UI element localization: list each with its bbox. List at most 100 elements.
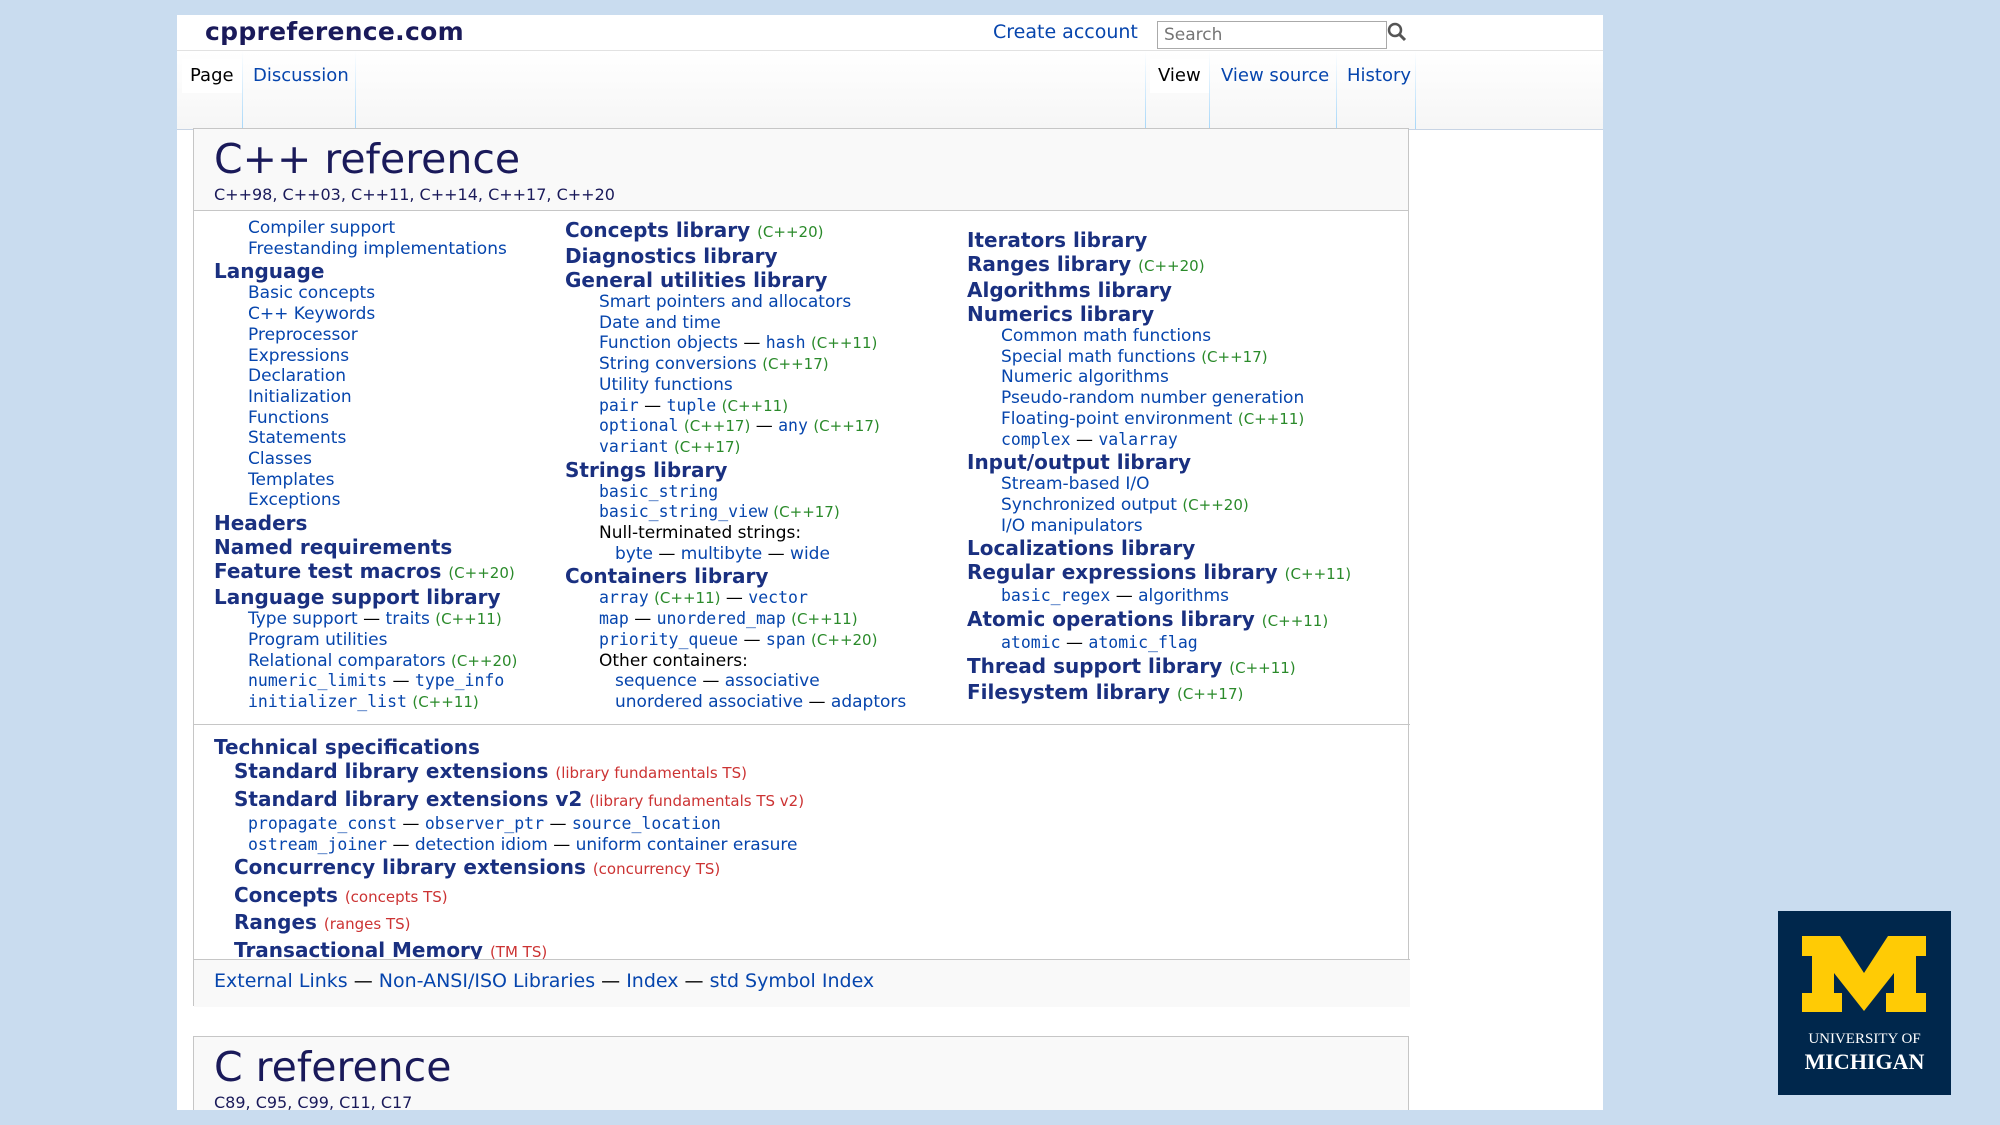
language-item[interactable]: Classes xyxy=(214,449,517,470)
link-function-objects[interactable]: Function objects xyxy=(599,333,738,353)
tab-discussion[interactable]: Discussion xyxy=(245,59,357,93)
link-ostream-joiner[interactable]: ostream_joiner xyxy=(248,835,387,854)
link-headers[interactable]: Headers xyxy=(214,511,517,535)
link-atomic[interactable]: atomic xyxy=(1001,633,1061,652)
link-associative[interactable]: associative xyxy=(725,671,820,691)
tab-history[interactable]: History xyxy=(1339,59,1419,93)
link-filesystem[interactable]: Filesystem library xyxy=(967,680,1170,704)
link-named-requirements[interactable]: Named requirements xyxy=(214,535,517,559)
link-sequence[interactable]: sequence xyxy=(615,671,697,691)
link-iterators[interactable]: Iterators library xyxy=(967,228,1351,252)
link-technical-specs[interactable]: Technical specifications xyxy=(214,735,1390,759)
link-unordered-map[interactable]: unordered_map xyxy=(657,609,786,628)
link-io[interactable]: Input/output library xyxy=(967,450,1351,474)
link-ranges[interactable]: Ranges library xyxy=(967,252,1131,276)
link-regex[interactable]: Regular expressions library xyxy=(967,560,1278,584)
language-item[interactable]: Templates xyxy=(214,470,517,491)
link-basic-regex[interactable]: basic_regex xyxy=(1001,586,1110,605)
link-wide[interactable]: wide xyxy=(790,544,830,564)
link-relational[interactable]: Relational comparators xyxy=(248,651,446,671)
language-item[interactable]: Basic concepts xyxy=(214,283,517,304)
search-input[interactable] xyxy=(1157,21,1387,49)
language-item[interactable]: Declaration xyxy=(214,366,517,387)
create-account-link[interactable]: Create account xyxy=(993,21,1138,43)
link-atomic-ops[interactable]: Atomic operations library xyxy=(967,607,1255,631)
link-numeric-algorithms[interactable]: Numeric algorithms xyxy=(967,367,1351,388)
link-concurrency[interactable]: Concurrency library extensions xyxy=(234,855,586,879)
link-concepts-ts[interactable]: Concepts xyxy=(234,883,338,907)
link-localizations[interactable]: Localizations library xyxy=(967,536,1351,560)
link-optional[interactable]: optional xyxy=(599,416,678,435)
link-algorithms[interactable]: Algorithms library xyxy=(967,278,1351,302)
site-logo[interactable]: cppreference.com xyxy=(205,17,464,46)
link-symbol-index[interactable]: std Symbol Index xyxy=(710,970,875,992)
link-traits[interactable]: traits xyxy=(386,609,430,629)
link-diagnostics[interactable]: Diagnostics library xyxy=(565,244,906,268)
link-thread[interactable]: Thread support library xyxy=(967,654,1222,678)
link-any[interactable]: any xyxy=(778,416,808,435)
link-lang-support[interactable]: Language support library xyxy=(214,585,517,609)
link-multibyte[interactable]: multibyte xyxy=(681,544,762,564)
link-byte[interactable]: byte xyxy=(615,544,653,564)
link-strings[interactable]: Strings library xyxy=(565,458,906,482)
tab-page[interactable]: Page xyxy=(182,59,242,93)
link-numeric-limits[interactable]: numeric_limits xyxy=(248,671,387,690)
link-uniform-erasure[interactable]: uniform container erasure xyxy=(576,835,798,855)
link-freestanding[interactable]: Freestanding implementations xyxy=(214,239,517,260)
link-external[interactable]: External Links xyxy=(214,970,348,992)
link-priority-queue[interactable]: priority_queue xyxy=(599,630,738,649)
c-title[interactable]: C reference xyxy=(214,1043,1388,1091)
link-compiler-support[interactable]: Compiler support xyxy=(214,218,517,239)
link-basic-string[interactable]: basic_string xyxy=(599,482,718,501)
link-string-conversions[interactable]: String conversions xyxy=(599,354,757,374)
search-icon[interactable] xyxy=(1385,19,1409,47)
tab-view-source[interactable]: View source xyxy=(1213,59,1337,93)
language-item[interactable]: Statements xyxy=(214,428,517,449)
link-observer-ptr[interactable]: observer_ptr xyxy=(425,814,544,833)
link-sync-output[interactable]: Synchronized output xyxy=(1001,495,1177,515)
link-language[interactable]: Language xyxy=(214,259,517,283)
language-item[interactable]: Expressions xyxy=(214,346,517,367)
cpp-title[interactable]: C++ reference xyxy=(214,135,1388,183)
feature-test-label[interactable]: Feature test macros xyxy=(214,559,441,583)
link-source-location[interactable]: source_location xyxy=(572,814,721,833)
link-fp-env[interactable]: Floating-point environment xyxy=(1001,409,1232,429)
link-index[interactable]: Index xyxy=(626,970,678,992)
link-io-manipulators[interactable]: I/O manipulators xyxy=(967,516,1351,537)
link-date-time[interactable]: Date and time xyxy=(565,313,906,334)
link-containers[interactable]: Containers library xyxy=(565,564,906,588)
link-std-ext-v2[interactable]: Standard library extensions v2 xyxy=(234,787,582,811)
language-item[interactable]: Exceptions xyxy=(214,490,517,511)
link-unordered-associative[interactable]: unordered associative xyxy=(615,692,803,712)
link-complex[interactable]: complex xyxy=(1001,430,1071,449)
link-program-utilities[interactable]: Program utilities xyxy=(214,630,517,651)
link-ranges-ts[interactable]: Ranges xyxy=(234,910,317,934)
link-smart-pointers[interactable]: Smart pointers and allocators xyxy=(565,292,906,313)
link-variant[interactable]: variant xyxy=(599,437,669,456)
link-atomic-flag[interactable]: atomic_flag xyxy=(1088,633,1197,652)
link-special-math[interactable]: Special math functions xyxy=(1001,347,1196,367)
language-item[interactable]: Functions xyxy=(214,408,517,429)
link-valarray[interactable]: valarray xyxy=(1098,430,1177,449)
link-concepts[interactable]: Concepts library xyxy=(565,218,750,242)
link-non-ansi[interactable]: Non-ANSI/ISO Libraries xyxy=(379,970,595,992)
link-regex-algorithms[interactable]: algorithms xyxy=(1138,586,1229,606)
link-pair[interactable]: pair xyxy=(599,396,639,415)
link-std-ext[interactable]: Standard library extensions xyxy=(234,759,548,783)
link-numerics[interactable]: Numerics library xyxy=(967,302,1351,326)
link-tuple[interactable]: tuple xyxy=(667,396,717,415)
language-item[interactable]: Preprocessor xyxy=(214,325,517,346)
link-initializer-list[interactable]: initializer_list xyxy=(248,692,407,711)
link-type-info[interactable]: type_info xyxy=(415,671,504,690)
link-propagate-const[interactable]: propagate_const xyxy=(248,814,397,833)
link-type-support[interactable]: Type support xyxy=(248,609,358,629)
link-detection-idiom[interactable]: detection idiom xyxy=(415,835,548,855)
link-hash[interactable]: hash xyxy=(766,333,806,352)
link-prng[interactable]: Pseudo-random number generation xyxy=(967,388,1351,409)
link-stream-io[interactable]: Stream-based I/O xyxy=(967,474,1351,495)
language-item[interactable]: C++ Keywords xyxy=(214,304,517,325)
link-utility-functions[interactable]: Utility functions xyxy=(565,375,906,396)
link-general-utilities[interactable]: General utilities library xyxy=(565,268,906,292)
link-map[interactable]: map xyxy=(599,609,629,628)
link-common-math[interactable]: Common math functions xyxy=(967,326,1351,347)
